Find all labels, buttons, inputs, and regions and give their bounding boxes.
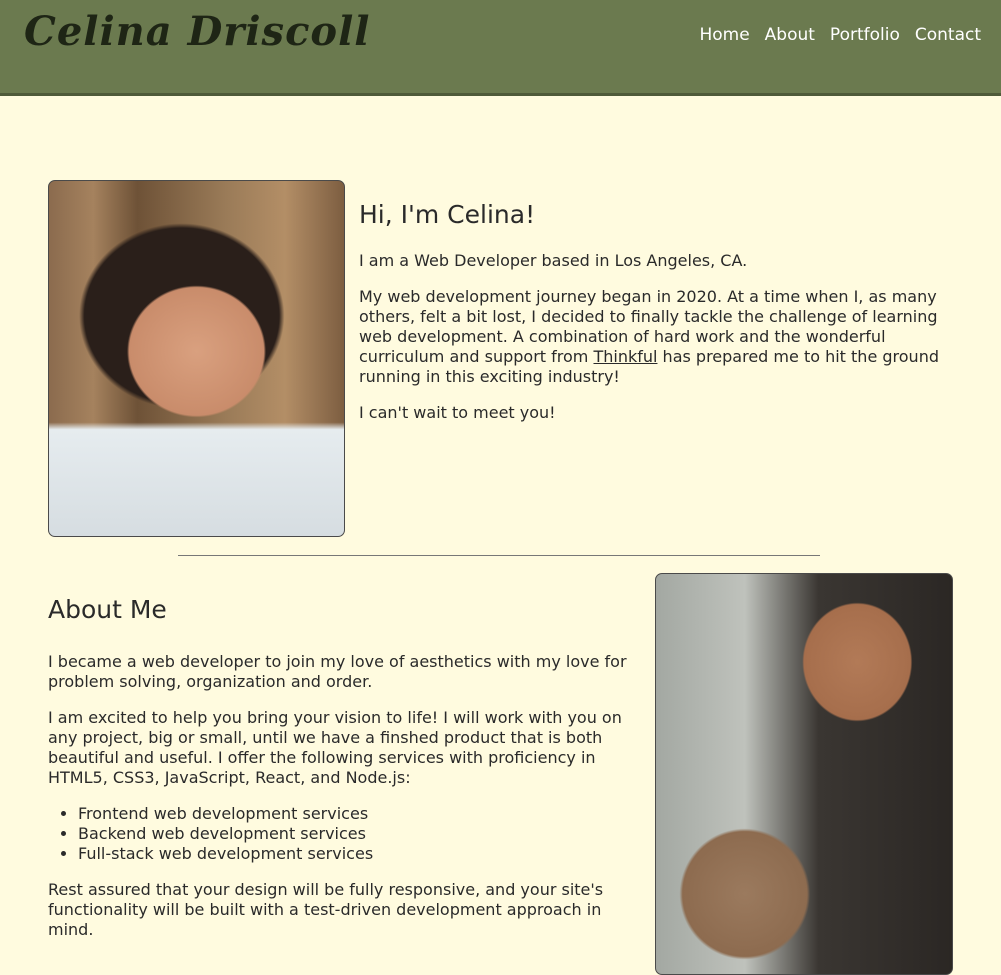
intro-paragraph-journey: My web development journey began in 2020… [359, 287, 949, 387]
profile-photo [48, 180, 345, 537]
nav-portfolio-link[interactable]: Portfolio [830, 25, 900, 45]
about-heading: About Me [48, 595, 167, 624]
services-list: Frontend web development services Backen… [48, 804, 638, 864]
intro-heading: Hi, I'm Celina! [359, 200, 536, 229]
about-paragraph-motivation: I became a web developer to join my love… [48, 652, 627, 691]
dog-selfie-photo [655, 573, 953, 975]
section-divider [178, 555, 820, 556]
nav-contact-link[interactable]: Contact [915, 25, 981, 45]
service-item: Full-stack web development services [78, 844, 638, 864]
main-nav: Home About Portfolio Contact [699, 25, 981, 45]
nav-about-link[interactable]: About [765, 25, 815, 45]
nav-home-link[interactable]: Home [699, 25, 749, 45]
about-paragraph-quality: Rest assured that your design will be fu… [48, 880, 604, 939]
service-item: Frontend web development services [78, 804, 638, 824]
intro-section: Hi, I'm Celina! I am a Web Developer bas… [359, 200, 949, 439]
about-paragraph-services: I am excited to help you bring your visi… [48, 708, 622, 787]
about-section: About Me I became a web developer to joi… [48, 595, 638, 956]
intro-paragraph-closing: I can't wait to meet you! [359, 403, 556, 422]
site-header: Celina Driscoll Home About Portfolio Con… [0, 0, 1001, 96]
site-logo[interactable]: Celina Driscoll [24, 8, 371, 55]
thinkful-link[interactable]: Thinkful [593, 347, 657, 366]
service-item: Backend web development services [78, 824, 638, 844]
intro-paragraph-location: I am a Web Developer based in Los Angele… [359, 251, 748, 270]
